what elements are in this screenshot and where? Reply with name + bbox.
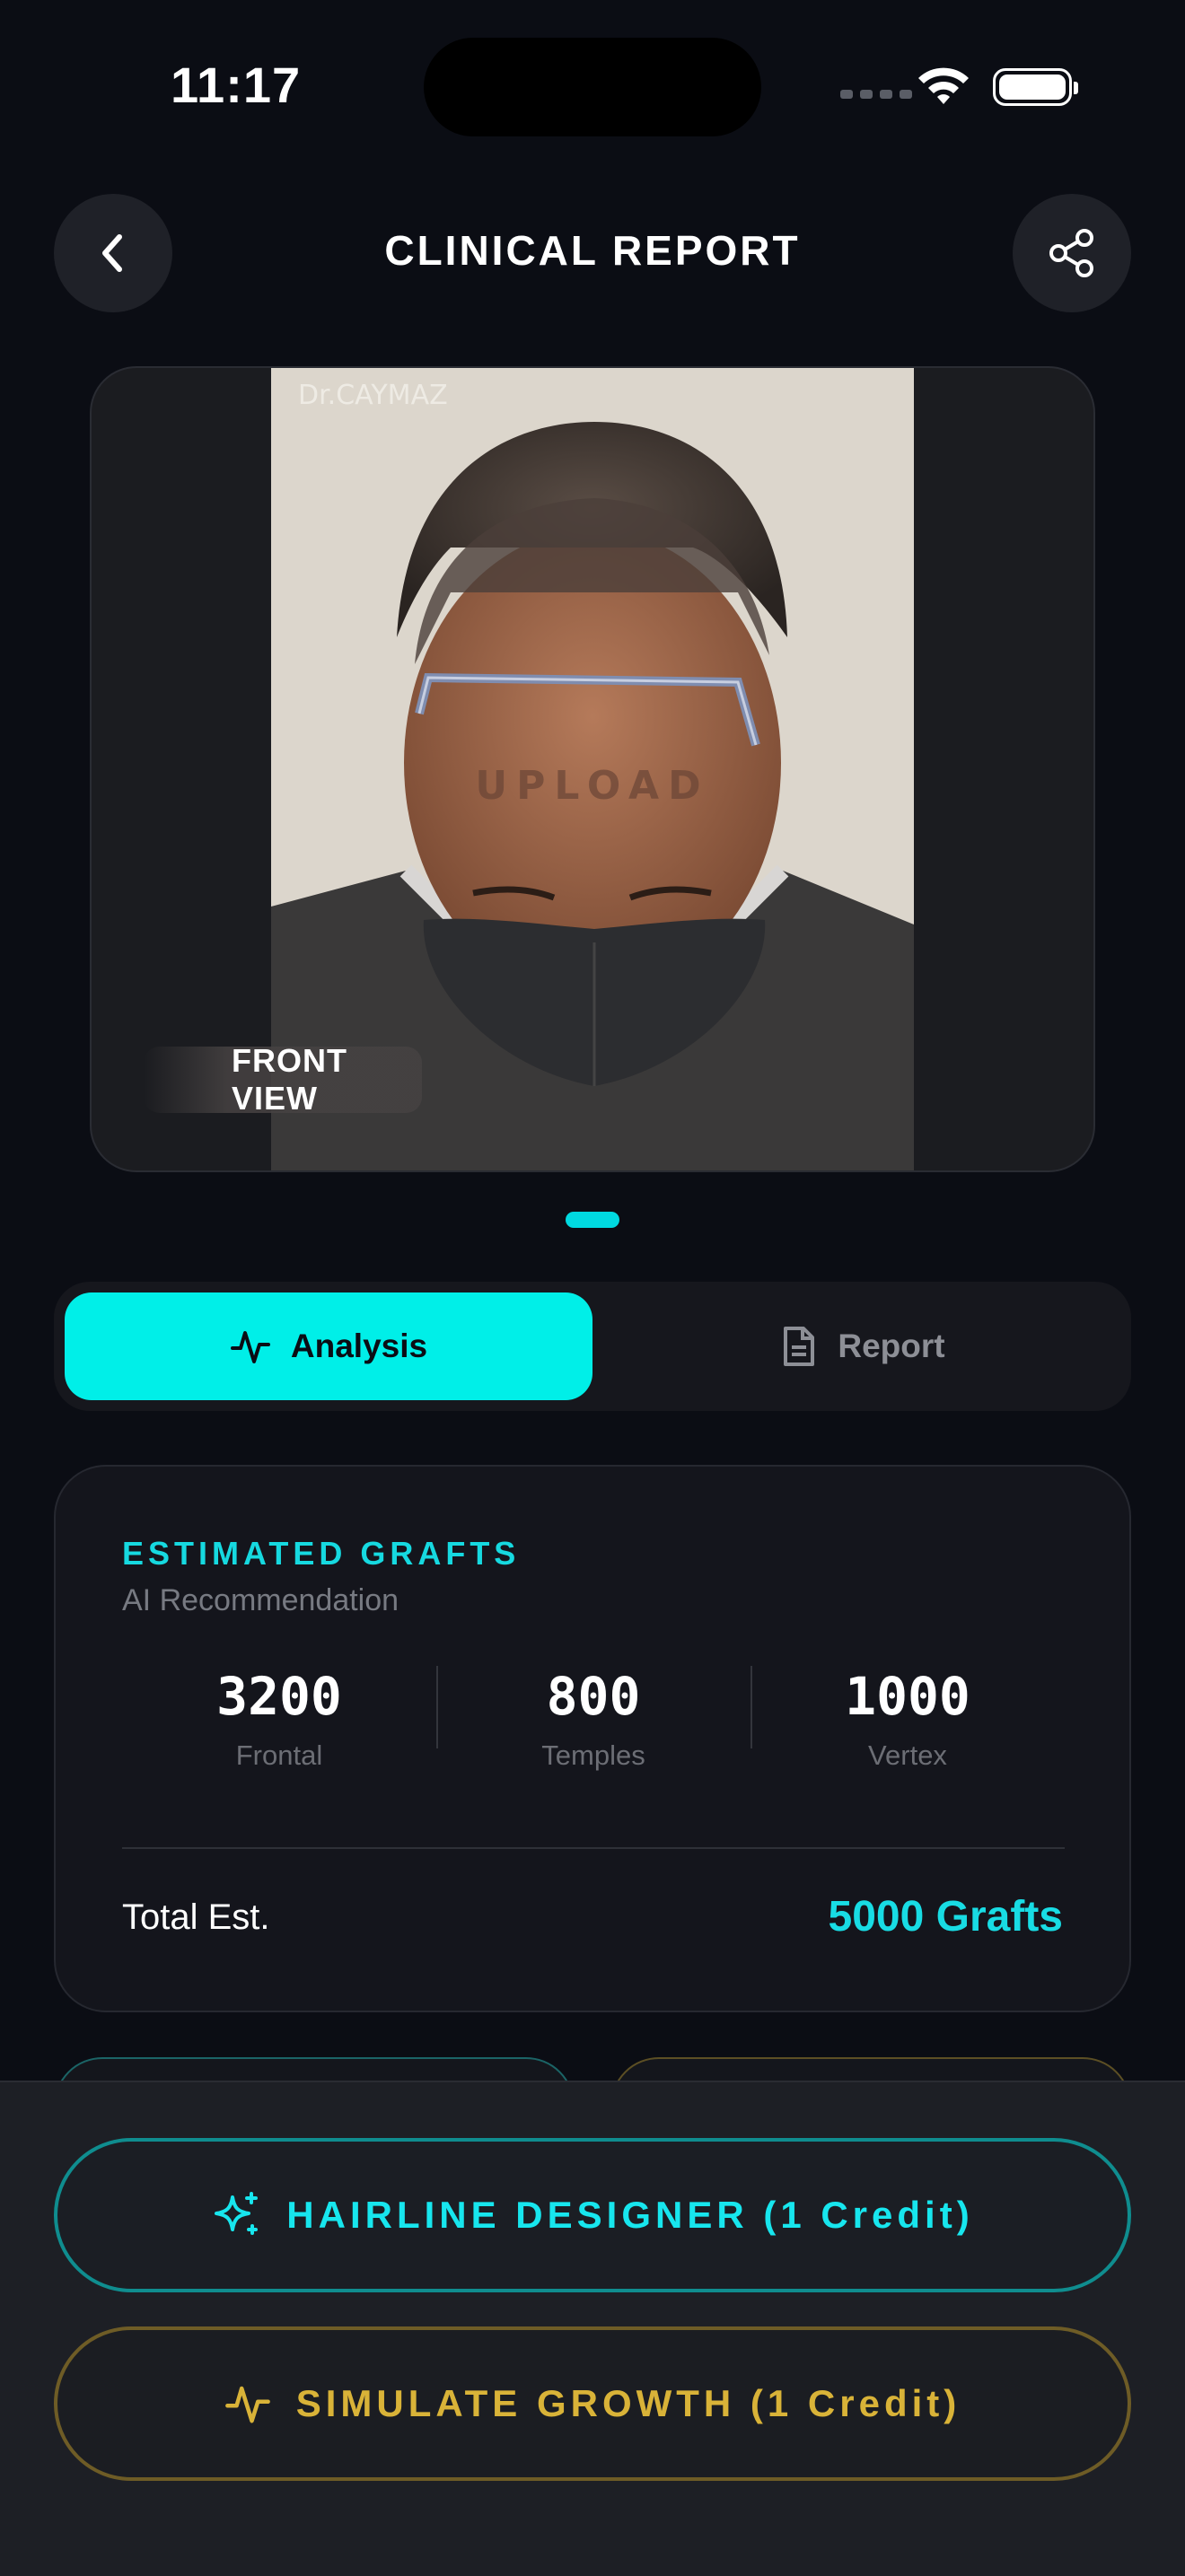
- stat-value: 3200: [216, 1666, 342, 1727]
- stat-frontal: 3200 Frontal: [122, 1666, 436, 1792]
- hairline-designer-label: HAIRLINE DESIGNER (1 Credit): [286, 2194, 974, 2236]
- activity-icon: [224, 2386, 270, 2423]
- total-label: Total Est.: [122, 1897, 270, 1937]
- view-segmented-control: Analysis Report: [54, 1282, 1131, 1411]
- card-divider: [122, 1847, 1065, 1849]
- tab-analysis[interactable]: Analysis: [65, 1292, 592, 1400]
- tab-analysis-label: Analysis: [290, 1327, 428, 1364]
- svg-text:UPLOAD: UPLOAD: [475, 763, 709, 809]
- stat-vertex: 1000 Vertex: [750, 1666, 1065, 1792]
- wifi-icon: [918, 67, 969, 104]
- total-value: 5000 Grafts: [828, 1893, 1064, 1941]
- dynamic-island: [424, 38, 761, 136]
- carousel-page-indicator[interactable]: [566, 1212, 619, 1228]
- stat-label: Frontal: [235, 1739, 323, 1771]
- stat-label: Temples: [541, 1739, 645, 1771]
- card-heading: ESTIMATED GRAFTS: [122, 1535, 521, 1572]
- graft-stats: 3200 Frontal 800 Temples 1000 Vertex: [122, 1666, 1065, 1792]
- simulate-growth-label: SIMULATE GROWTH (1 Credit): [295, 2382, 961, 2424]
- estimated-grafts-card: ESTIMATED GRAFTS AI Recommendation 3200 …: [54, 1465, 1131, 2012]
- stat-label: Vertex: [868, 1739, 947, 1771]
- simulate-growth-button[interactable]: SIMULATE GROWTH (1 Credit): [54, 2326, 1131, 2481]
- stat-temples: 800 Temples: [436, 1666, 750, 1792]
- sparkle-icon: [215, 2192, 259, 2235]
- share-icon: [1049, 229, 1093, 277]
- stat-value: 800: [546, 1666, 641, 1727]
- view-label-badge: FRONT VIEW: [144, 1042, 422, 1117]
- tab-report-label: Report: [838, 1327, 945, 1364]
- activity-icon: [230, 1331, 270, 1363]
- clinic-watermark: Dr.CAYMAZ: [298, 380, 448, 411]
- view-label-text: FRONT VIEW: [232, 1042, 347, 1117]
- battery-icon: [993, 68, 1078, 106]
- card-subheading: AI Recommendation: [122, 1583, 399, 1617]
- status-time: 11:17: [171, 57, 302, 113]
- hairline-designer-button[interactable]: HAIRLINE DESIGNER (1 Credit): [54, 2138, 1131, 2292]
- photo-carousel[interactable]: UPLOAD Dr.CAYMAZ FRONT VIEW: [90, 366, 1095, 1172]
- stat-value: 1000: [845, 1666, 970, 1727]
- document-icon: [784, 1327, 815, 1366]
- page-title: CLINICAL REPORT: [384, 227, 801, 274]
- tab-report[interactable]: Report: [603, 1292, 1120, 1400]
- cellular-signal-icon: [840, 90, 912, 99]
- share-button[interactable]: [1013, 194, 1131, 312]
